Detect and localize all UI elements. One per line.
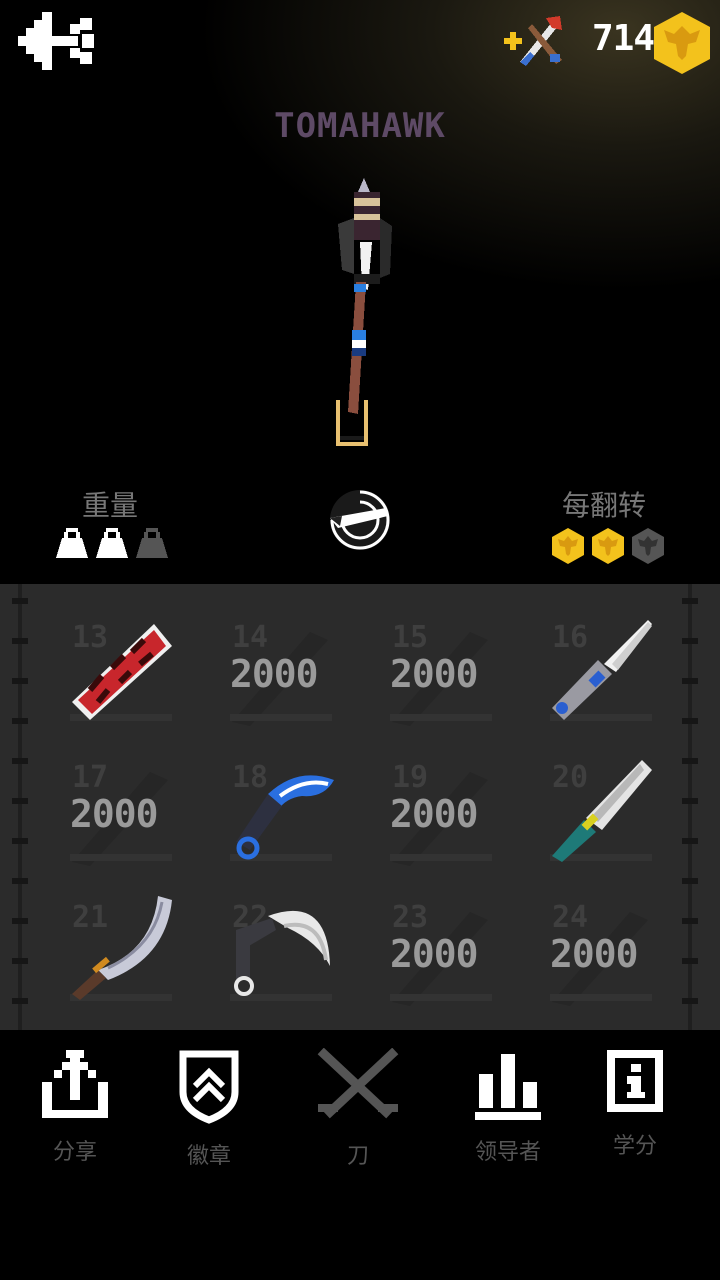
- knife-slot-15[interactable]: 15 2000: [360, 596, 520, 736]
- weight-label: 重量: [82, 489, 139, 522]
- knife-slot-19[interactable]: 19 2000: [360, 736, 520, 876]
- leaderboard-icon: [475, 1054, 541, 1120]
- weapon-name: TOMAHAWK: [274, 106, 446, 146]
- slot-number: 19: [392, 760, 429, 795]
- knife-slot-16[interactable]: 16: [520, 596, 680, 736]
- knife-slot-18[interactable]: 18: [200, 736, 360, 876]
- nav-badges-label: 徽章: [186, 1144, 231, 1169]
- knife-slot-17[interactable]: 17 2000: [40, 736, 200, 876]
- nav-share[interactable]: 分享: [10, 1048, 140, 1166]
- knife-slot-24[interactable]: 24 2000: [520, 876, 680, 1016]
- white-karambit-icon: [234, 910, 330, 996]
- slot-shelf: [390, 714, 492, 721]
- left-rail-decoration: [12, 584, 28, 1030]
- slot-number: 24: [552, 900, 589, 935]
- slot-shelf: [230, 714, 332, 721]
- coin-count: 714: [592, 18, 655, 59]
- coin-icon: [654, 12, 710, 74]
- scimitar-icon: [72, 896, 172, 1000]
- tomahawk-weapon-image: [336, 178, 392, 446]
- slot-number: 23: [392, 900, 429, 935]
- nav-credits-label: 学分: [612, 1134, 657, 1159]
- knife-slot-13[interactable]: 13: [40, 596, 200, 736]
- slot-number: 14: [232, 620, 269, 655]
- rotate-preview-icon[interactable]: [328, 488, 392, 552]
- nav-knives-label: 刀: [346, 1144, 369, 1169]
- knife-slot-21[interactable]: 21: [40, 876, 200, 1016]
- weapon-shop-icon[interactable]: [502, 14, 572, 68]
- unlock-price: 2000: [550, 932, 639, 976]
- slot-shelf: [390, 854, 492, 861]
- butterfly-knife-icon: [552, 620, 652, 720]
- knife-slot-14[interactable]: 14 2000: [200, 596, 360, 736]
- weight-icon-empty: [136, 528, 168, 558]
- nav-badges[interactable]: 徽章: [144, 1048, 274, 1170]
- badge-shield-icon: [179, 1050, 239, 1124]
- nav-share-label: 分享: [52, 1140, 97, 1165]
- serrated-knife-icon: [552, 760, 652, 862]
- crossed-swords-icon: [317, 1048, 399, 1119]
- coin-icon: [552, 528, 584, 564]
- back-arrow-icon[interactable]: [18, 12, 98, 70]
- right-rail-decoration: [682, 584, 698, 1030]
- share-icon: [42, 1050, 108, 1118]
- slot-number: 17: [72, 760, 109, 795]
- weight-icon: [56, 528, 88, 558]
- blue-karambit-icon: [236, 775, 334, 860]
- nav-leaders[interactable]: 领导者: [443, 1048, 573, 1166]
- knife-slot-20[interactable]: 20: [520, 736, 680, 876]
- nav-knives[interactable]: 刀: [293, 1048, 423, 1170]
- unlock-price: 2000: [230, 652, 319, 696]
- knife-grid: 13 14 2000 15 2000 16 17 2000 18 19 2000…: [40, 596, 680, 1016]
- slot-shelf: [550, 994, 652, 1001]
- knife-slot-23[interactable]: 23 2000: [360, 876, 520, 1016]
- unlock-price: 2000: [390, 932, 479, 976]
- nav-leaders-label: 领导者: [474, 1140, 541, 1165]
- flip-reward-label: 每翻转: [562, 489, 647, 522]
- coin-icon-empty: [632, 528, 664, 564]
- knife-slot-22[interactable]: 22: [200, 876, 360, 1016]
- slot-shelf: [70, 854, 172, 861]
- slot-number: 15: [392, 620, 429, 655]
- slot-shelf: [390, 994, 492, 1001]
- info-icon: [607, 1050, 663, 1112]
- unlock-price: 2000: [390, 792, 479, 836]
- unlock-price: 2000: [390, 652, 479, 696]
- unlock-price: 2000: [70, 792, 159, 836]
- coin-icon: [592, 528, 624, 564]
- red-wrap-knife-icon: [72, 624, 172, 720]
- flip-reward-rating: [552, 528, 664, 564]
- weight-icon: [96, 528, 128, 558]
- nav-credits[interactable]: 学分: [570, 1048, 700, 1160]
- weight-rating: [56, 528, 168, 558]
